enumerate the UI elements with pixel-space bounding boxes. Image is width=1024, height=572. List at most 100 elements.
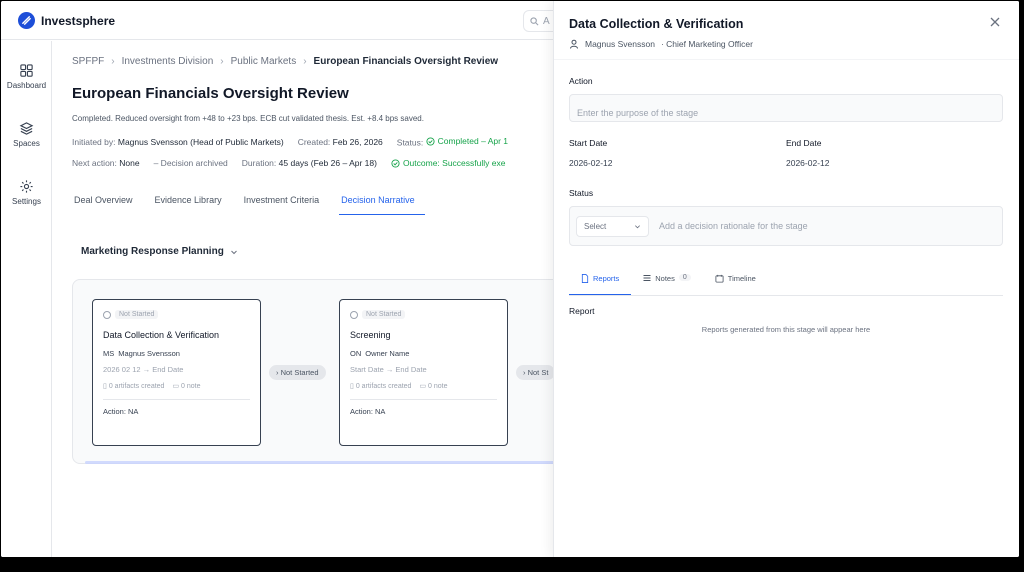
chevron-down-icon <box>230 250 237 254</box>
stage-owner: ON Owner Name <box>350 349 409 358</box>
stage-dates: 2026 02 12 → End Date <box>103 365 184 374</box>
artifacts-count: ▯ 0 artifacts created <box>103 383 165 390</box>
created-meta: Created: Feb 26, 2026 <box>297 136 383 147</box>
owner-role: · Chief Marketing Officer <box>660 39 753 49</box>
panel-header: Data Collection & Verification Magnus Sv… <box>554 1 1019 60</box>
nav-label: Dashboard <box>6 81 47 90</box>
layers-icon <box>19 122 34 135</box>
check-circle-icon <box>391 158 400 168</box>
action-input[interactable]: Enter the purpose of the stage <box>569 94 1003 122</box>
meta-row-1: Initiated by: Magnus Svensson (Head of P… <box>72 136 508 148</box>
start-date-label: Start Date <box>569 138 608 148</box>
tab-deal-overview[interactable]: Deal Overview <box>72 189 143 215</box>
outcome-badge: Outcome: Successfully exe <box>391 158 505 168</box>
chevron-right-icon: › <box>303 56 307 67</box>
action-label: Action <box>569 76 593 86</box>
tab-decision-narrative[interactable]: Decision Narrative <box>339 189 425 215</box>
stage-stats: ▯ 0 artifacts created ▭ 0 note <box>103 382 201 390</box>
stage-card[interactable]: Not Started Data Collection & Verificati… <box>92 299 261 446</box>
stage-canvas: Not Started Data Collection & Verificati… <box>72 279 572 464</box>
start-date-value[interactable]: 2026-02-12 <box>569 158 612 168</box>
panel-title: Data Collection & Verification <box>569 17 744 31</box>
duration-meta: Duration: 45 days (Feb 26 – Apr 18) <box>241 158 377 168</box>
panel-owner: Magnus Svensson · Chief Marketing Office… <box>569 39 753 49</box>
app-logo[interactable]: Investsphere <box>18 12 115 29</box>
app-name: Investsphere <box>41 13 116 28</box>
tab-evidence-library[interactable]: Evidence Library <box>153 189 232 215</box>
status-circle-icon <box>103 310 111 319</box>
check-circle-icon <box>426 136 435 146</box>
list-icon <box>643 275 651 281</box>
chevron-right-icon: › <box>111 56 115 67</box>
chevron-right-icon: › <box>220 56 224 67</box>
status-badge: Not Started <box>350 310 406 319</box>
nav-item-dashboard[interactable]: Dashboard <box>1 63 52 90</box>
breadcrumb-current: European Financials Oversight Review <box>313 56 499 67</box>
rationale-input[interactable]: Add a decision rationale for the stage <box>659 221 808 231</box>
stage-group-label: Marketing Response Planning <box>81 246 224 257</box>
end-date-value[interactable]: 2026-02-12 <box>786 158 829 168</box>
breadcrumb-item[interactable]: SPFPF <box>72 56 104 67</box>
nav-item-spaces[interactable]: Spaces <box>1 121 52 148</box>
initiated-meta: Initiated by: Magnus Svensson (Head of P… <box>72 136 284 147</box>
nav-item-settings[interactable]: Settings <box>1 179 52 206</box>
stage-connector: › Not St <box>516 365 556 380</box>
gear-icon <box>20 180 33 193</box>
tab-timeline[interactable]: Timeline <box>703 267 768 295</box>
status-label: Status <box>569 188 594 198</box>
horizontal-scrollbar[interactable] <box>85 461 565 464</box>
breadcrumb-item[interactable]: Public Markets <box>231 56 297 67</box>
tab-notes[interactable]: Notes 0 <box>631 267 703 295</box>
search-icon <box>530 16 539 25</box>
notes-count-badge: 0 <box>678 274 691 281</box>
file-icon: ▯ <box>350 383 354 390</box>
nav-label: Settings <box>12 197 41 206</box>
stage-connector: › Not Started <box>269 365 326 380</box>
divider <box>350 399 497 400</box>
status-pill: Not Started <box>362 310 406 319</box>
status-select[interactable]: Select <box>576 216 649 237</box>
left-nav: Dashboard Spaces Settings <box>1 41 52 557</box>
comment-icon: ▭ <box>419 383 427 390</box>
close-icon[interactable] <box>988 15 1002 29</box>
page-summary: Completed. Reduced oversight from +48 to… <box>72 114 424 123</box>
divider <box>103 399 250 400</box>
logo-icon <box>18 12 35 29</box>
next-action-meta: Next action: None <box>72 158 140 168</box>
stage-action: Action: NA <box>350 407 386 416</box>
chevron-down-icon <box>635 225 640 229</box>
tab-label: Timeline <box>727 274 756 283</box>
owner-name: Magnus Svensson <box>118 349 180 358</box>
tab-reports[interactable]: Reports <box>569 267 632 295</box>
stage-title: Data Collection & Verification <box>103 330 220 340</box>
stage-action: Action: NA <box>103 407 139 416</box>
main-tabs: Deal Overview Evidence Library Investmen… <box>72 189 435 215</box>
dashboard-icon <box>20 64 33 77</box>
artifacts-count: ▯ 0 artifacts created <box>350 383 412 390</box>
breadcrumb-item[interactable]: Investments Division <box>122 56 214 67</box>
status-badge: Not Started <box>103 310 159 319</box>
stage-card[interactable]: Not Started Screening ON Owner Name Star… <box>339 299 508 446</box>
search-placeholder: A <box>543 15 550 27</box>
calendar-icon <box>715 274 724 283</box>
document-icon <box>581 274 589 283</box>
report-label: Report <box>569 306 595 316</box>
owner-name: Magnus Svensson <box>585 39 655 49</box>
tab-label: Reports <box>593 274 620 283</box>
status-pill: Not Started <box>115 310 159 319</box>
status-select-value: Select <box>584 222 607 231</box>
status-circle-icon <box>350 310 358 319</box>
stage-group-select[interactable]: Marketing Response Planning <box>81 246 238 257</box>
stage-dates: Start Date → End Date <box>350 365 427 374</box>
tab-investment-criteria[interactable]: Investment Criteria <box>242 189 330 215</box>
stage-owner: MS Magnus Svensson <box>103 349 180 358</box>
notes-count: ▭ 0 note <box>419 383 448 390</box>
avatar: MS <box>103 349 115 358</box>
end-date-label: End Date <box>786 138 822 148</box>
status-field: Select Add a decision rationale for the … <box>569 206 1003 246</box>
nav-label: Spaces <box>13 139 40 148</box>
stage-stats: ▯ 0 artifacts created ▭ 0 note <box>350 382 448 390</box>
stage-title: Screening <box>350 330 391 340</box>
main-content: SPFPF › Investments Division › Public Ma… <box>53 41 572 557</box>
user-icon <box>570 39 578 49</box>
